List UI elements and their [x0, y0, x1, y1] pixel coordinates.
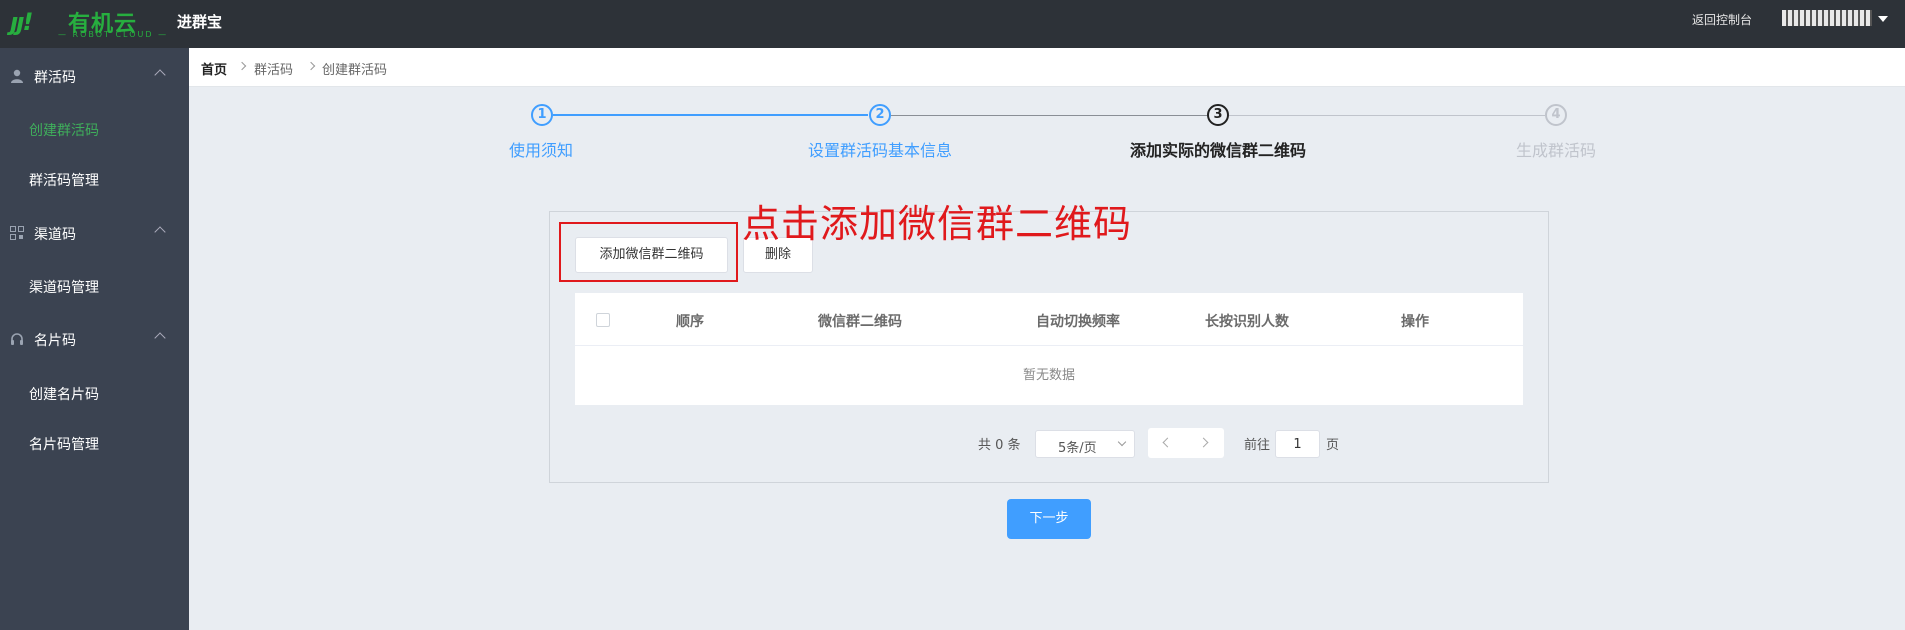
chevron-right-icon	[1198, 437, 1209, 448]
sidebar-item-label: 群活码管理	[29, 173, 99, 189]
step-2-circle: 2	[869, 104, 891, 126]
sidebar-group-group-qrcode[interactable]: 群活码	[0, 51, 189, 101]
logo-subtitle: — ROBOT CLOUD —	[58, 30, 169, 39]
table-empty-text: 暂无数据	[1022, 368, 1075, 383]
sidebar-group-channel-qrcode[interactable]: 渠道码	[0, 208, 189, 258]
breadcrumb-group-qrcode[interactable]: 群活码	[254, 59, 293, 78]
sidebar-item-label: 名片码管理	[29, 437, 99, 453]
step-4-label: 生成群活码	[1516, 141, 1597, 160]
goto-label: 前往	[1244, 438, 1271, 453]
step-1-circle: 1	[531, 104, 553, 126]
pagination-total: 共 0 条	[978, 438, 1021, 453]
chevron-up-icon	[154, 69, 166, 81]
breadcrumb-current: 创建群活码	[322, 63, 388, 78]
top-bar: յյ! 有机云 — ROBOT CLOUD — 进群宝 返回控制台 100180…	[0, 0, 1905, 48]
step-connector-todo	[1229, 115, 1545, 116]
select-all-checkbox[interactable]	[596, 313, 610, 327]
annotation-text: 点击添加微信群二维码	[742, 202, 1133, 246]
step-3-circle: 3	[1207, 104, 1229, 126]
prev-page-button[interactable]	[1148, 428, 1186, 458]
user-icon	[11, 69, 23, 83]
page-size-value: 5条/页	[1058, 441, 1097, 456]
sidebar-group-label: 渠道码	[34, 227, 76, 243]
logo-mark: յյ!	[10, 8, 33, 36]
column-header-switch-frequency: 自动切换频率	[1036, 314, 1120, 330]
chevron-up-icon	[154, 332, 166, 344]
page-number-input[interactable]	[1275, 430, 1320, 458]
sidebar-group-label: 群活码	[34, 70, 76, 86]
sidebar: 群活码 创建群活码 群活码管理 渠道码 渠道码管理 名片码 创建名片码 名片码管…	[0, 48, 189, 630]
next-page-button[interactable]	[1186, 428, 1224, 458]
back-to-console-link[interactable]: 返回控制台	[1692, 11, 1752, 28]
column-header-order: 顺序	[676, 314, 704, 330]
page-suffix-label: 页	[1326, 438, 1340, 453]
breadcrumb: 首页 群活码 创建群活码	[189, 48, 1905, 87]
table-header: 顺序 微信群二维码 自动切换频率 长按识别人数 操作	[575, 293, 1523, 346]
sidebar-item-label: 创建群活码	[29, 123, 99, 139]
app-name: 进群宝	[177, 13, 223, 31]
user-name[interactable]: 1001802440	[1782, 10, 1872, 26]
step-3-label: 添加实际的微信群二维码	[1130, 141, 1307, 160]
pagination-nav	[1148, 428, 1224, 458]
step-connector-done	[553, 114, 868, 116]
column-header-actions: 操作	[1401, 314, 1429, 330]
sidebar-item-create-group-qrcode[interactable]: 创建群活码	[0, 104, 189, 154]
sidebar-item-label: 渠道码管理	[29, 280, 99, 296]
qrcode-table: 顺序 微信群二维码 自动切换频率 长按识别人数 操作 暂无数据	[575, 293, 1523, 405]
step-2-label: 设置群活码基本信息	[808, 141, 953, 160]
headset-icon	[11, 333, 23, 345]
caret-down-icon[interactable]	[1878, 16, 1888, 22]
sidebar-item-card-qrcode-manage[interactable]: 名片码管理	[0, 418, 189, 468]
step-1-label: 使用须知	[509, 141, 574, 160]
sidebar-group-card-qrcode[interactable]: 名片码	[0, 314, 189, 364]
chevron-right-icon	[237, 61, 247, 71]
qrcode-icon	[10, 226, 24, 240]
sidebar-item-channel-qrcode-manage[interactable]: 渠道码管理	[0, 261, 189, 311]
step-4-circle: 4	[1545, 104, 1567, 126]
annotation-highlight-box	[559, 222, 738, 282]
step-connector-done	[891, 115, 1207, 116]
breadcrumb-home[interactable]: 首页	[201, 59, 227, 78]
sidebar-group-label: 名片码	[34, 333, 76, 349]
sidebar-item-create-card-qrcode[interactable]: 创建名片码	[0, 368, 189, 418]
logo: յյ! 有机云 — ROBOT CLOUD —	[10, 6, 170, 42]
next-step-button[interactable]: 下一步	[1007, 499, 1091, 539]
chevron-left-icon	[1162, 437, 1173, 448]
page-size-select[interactable]: 5条/页	[1035, 430, 1135, 458]
chevron-up-icon	[154, 226, 166, 238]
chevron-right-icon	[306, 61, 316, 71]
sidebar-item-label: 创建名片码	[29, 387, 99, 403]
column-header-qrcode: 微信群二维码	[818, 314, 902, 330]
chevron-down-icon	[1117, 437, 1127, 447]
sidebar-item-group-qrcode-manage[interactable]: 群活码管理	[0, 154, 189, 204]
column-header-scan-count: 长按识别人数	[1205, 314, 1289, 330]
